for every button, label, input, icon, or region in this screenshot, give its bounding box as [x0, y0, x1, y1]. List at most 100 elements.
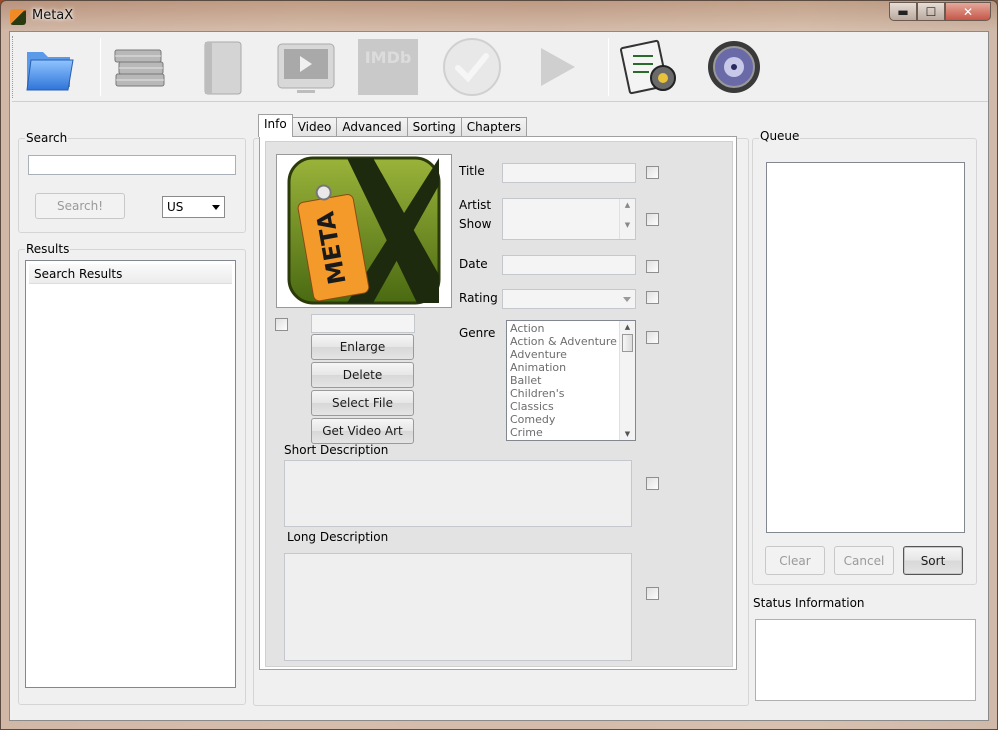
tab-chapters[interactable]: Chapters: [460, 117, 528, 137]
tab-strip: Info Video Advanced Sorting Chapters: [258, 114, 528, 137]
date-field[interactable]: [502, 255, 636, 275]
short-description-checkbox[interactable]: [646, 477, 659, 490]
info-panel: META Enlarge Delete Select File Get Vide…: [265, 141, 733, 667]
toolbar-separator: [608, 38, 609, 96]
genre-list-item[interactable]: Animation: [510, 361, 632, 374]
title-label: Title: [459, 164, 485, 178]
long-description-field[interactable]: [284, 553, 632, 661]
about-button[interactable]: [702, 36, 766, 98]
book-button[interactable]: [190, 36, 254, 98]
search-button[interactable]: Search!: [35, 193, 125, 219]
maximize-button[interactable]: ☐: [917, 2, 945, 21]
app-window: MetaX ▬ ☐ ✕ IMDb Search Search! US Resul…: [0, 0, 998, 730]
tab-sorting[interactable]: Sorting: [406, 117, 462, 137]
artist-label: Artist: [459, 198, 492, 212]
artwork-path-field[interactable]: [311, 314, 415, 333]
close-button[interactable]: ✕: [945, 2, 991, 21]
genre-label: Genre: [459, 326, 496, 340]
chevron-down-icon: [212, 205, 220, 210]
title-checkbox[interactable]: [646, 166, 659, 179]
title-field[interactable]: [502, 163, 636, 183]
scroll-thumb[interactable]: [622, 334, 633, 352]
status-box: [755, 619, 976, 701]
open-folder-icon: [26, 52, 74, 91]
date-checkbox[interactable]: [646, 260, 659, 273]
settings-icon: [620, 39, 676, 95]
get-video-art-button[interactable]: Get Video Art: [311, 418, 414, 444]
rating-checkbox[interactable]: [646, 291, 659, 304]
batch-button[interactable]: [108, 36, 172, 98]
book-icon: [204, 41, 242, 95]
artist-field[interactable]: ▲ ▼: [502, 198, 636, 240]
genre-scrollbar[interactable]: ▲ ▼: [619, 321, 635, 440]
scroll-down-icon: ▼: [624, 430, 631, 438]
search-results-list[interactable]: Search Results: [25, 260, 236, 688]
results-group-label: Results: [25, 242, 71, 256]
genre-list-item[interactable]: Comedy: [510, 413, 632, 426]
status-label: Status Information: [753, 596, 865, 610]
artist-checkbox[interactable]: [646, 213, 659, 226]
search-group-label: Search: [25, 131, 69, 145]
queue-list[interactable]: [766, 162, 965, 533]
genre-list-item[interactable]: Classics: [510, 400, 632, 413]
open-file-button[interactable]: [18, 36, 82, 98]
queue-group-label: Queue: [759, 129, 801, 143]
info-tab-page: META Enlarge Delete Select File Get Vide…: [259, 136, 737, 670]
about-icon: [708, 41, 760, 93]
genre-list-item[interactable]: Action: [510, 322, 632, 335]
short-description-field[interactable]: [284, 460, 632, 527]
checkmark-icon: [443, 38, 501, 96]
tab-video[interactable]: Video: [291, 117, 338, 137]
verify-button[interactable]: [440, 36, 504, 98]
title-bar[interactable]: MetaX ▬ ☐ ✕: [1, 1, 997, 31]
genre-list-item[interactable]: Action & Adventure: [510, 335, 632, 348]
window-title: MetaX: [32, 8, 74, 23]
tab-advanced[interactable]: Advanced: [336, 117, 408, 137]
genre-list-item[interactable]: Crime: [510, 426, 632, 439]
scroll-up-icon: ▲: [624, 323, 631, 331]
genre-checkbox[interactable]: [646, 331, 659, 344]
preferences-button[interactable]: [618, 36, 682, 98]
long-description-label: Long Description: [287, 530, 389, 544]
short-description-label: Short Description: [284, 443, 389, 457]
search-input[interactable]: [28, 155, 236, 175]
toolbar-separator: [100, 38, 101, 96]
tab-info[interactable]: Info: [258, 114, 293, 137]
cancel-queue-button[interactable]: Cancel: [834, 546, 894, 575]
books-stack-icon: [114, 49, 165, 87]
enlarge-button[interactable]: Enlarge: [311, 334, 414, 360]
artwork-checkbox[interactable]: [275, 318, 288, 331]
metax-app-icon: [10, 9, 26, 25]
imdb-button[interactable]: IMDb: [356, 36, 420, 98]
select-file-button[interactable]: Select File: [311, 390, 414, 416]
rating-select[interactable]: [502, 289, 636, 309]
rating-label: Rating: [459, 291, 498, 305]
sort-queue-button[interactable]: Sort: [903, 546, 963, 575]
toolbar-grip[interactable]: [12, 36, 15, 98]
svg-text:IMDb: IMDb: [365, 48, 412, 67]
minimize-button[interactable]: ▬: [889, 2, 917, 21]
video-button[interactable]: [274, 36, 338, 98]
scroll-up-icon: ▲: [624, 201, 631, 209]
search-results-header[interactable]: Search Results: [29, 264, 232, 284]
genre-list-item[interactable]: Adventure: [510, 348, 632, 361]
imdb-icon: IMDb: [358, 39, 418, 95]
artwork-frame[interactable]: META: [276, 154, 452, 308]
play-arrow-icon: [541, 48, 575, 86]
genre-list-item[interactable]: Ballet: [510, 374, 632, 387]
genre-items: Action Action & Adventure Adventure Animati…: [507, 321, 635, 440]
clear-queue-button[interactable]: Clear: [765, 546, 825, 575]
artist-scrollbar[interactable]: ▲ ▼: [619, 199, 635, 239]
delete-artwork-button[interactable]: Delete: [311, 362, 414, 388]
genre-list[interactable]: Action Action & Adventure Adventure Animati…: [506, 320, 636, 441]
genre-list-item[interactable]: Children's: [510, 387, 632, 400]
process-button[interactable]: [524, 36, 588, 98]
show-label: Show: [459, 217, 492, 231]
region-select-value: US: [167, 200, 184, 214]
scroll-down-icon: ▼: [624, 221, 631, 229]
region-select[interactable]: US: [162, 196, 225, 218]
long-description-checkbox[interactable]: [646, 587, 659, 600]
toolbar: IMDb: [12, 32, 988, 102]
tv-icon: [277, 43, 335, 93]
date-label: Date: [459, 257, 488, 271]
